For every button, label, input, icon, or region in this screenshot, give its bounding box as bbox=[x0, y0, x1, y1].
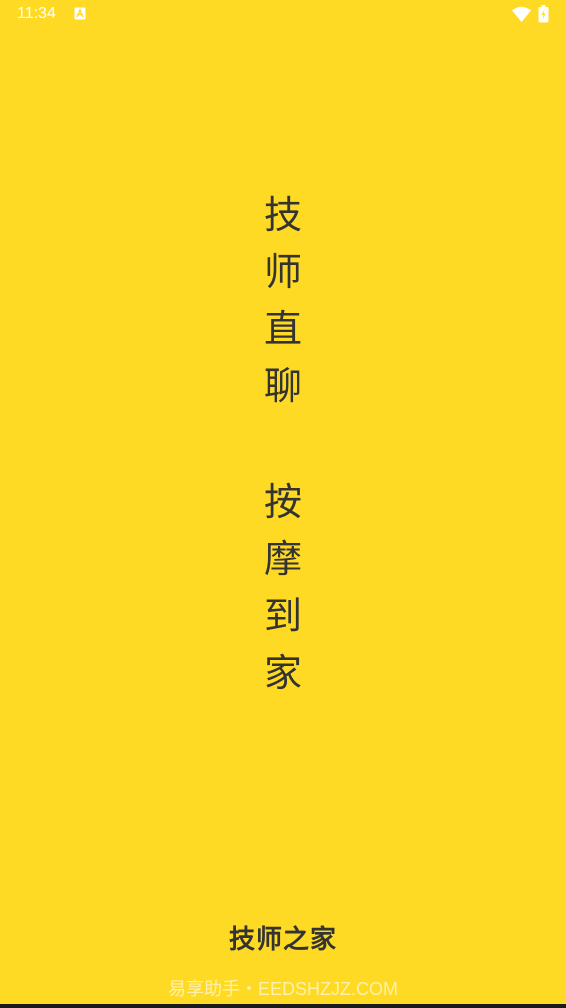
splash-slogan-column-1: 技 师 直 聊 bbox=[253, 196, 313, 424]
slogan-char: 师 bbox=[263, 250, 302, 294]
app-name: 技师之家 bbox=[228, 925, 337, 955]
battery-charging-icon bbox=[538, 5, 549, 23]
slogan-char: 聊 bbox=[263, 364, 302, 408]
notification-a-icon bbox=[74, 7, 86, 20]
status-bar: 11:34 bbox=[0, 0, 566, 30]
slogan-char: 家 bbox=[263, 651, 302, 695]
navigation-bar-edge bbox=[0, 1004, 566, 1008]
splash-slogan-column-2: 按 摩 到 家 bbox=[253, 483, 313, 711]
slogan-char: 摩 bbox=[263, 537, 302, 581]
slogan-char: 直 bbox=[263, 307, 302, 351]
watermark: 易享助手・EEDSHZJZ.COM bbox=[167, 979, 398, 999]
slogan-char: 按 bbox=[263, 480, 302, 524]
wifi-icon bbox=[512, 6, 531, 22]
slogan-char: 到 bbox=[263, 594, 302, 638]
status-time: 11:34 bbox=[17, 5, 56, 22]
slogan-char: 技 bbox=[263, 193, 302, 237]
